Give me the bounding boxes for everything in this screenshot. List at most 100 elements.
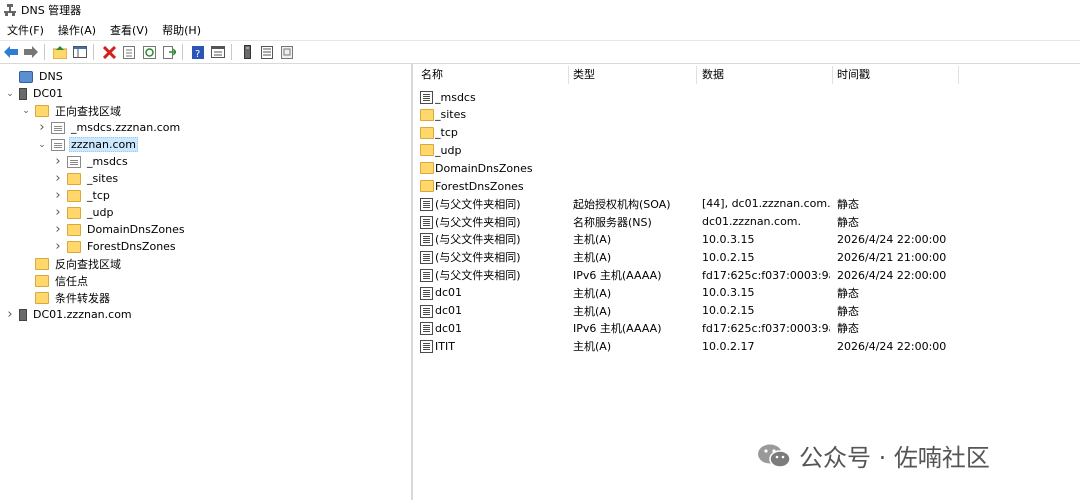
- tree-item-label: _msdcs: [87, 155, 128, 168]
- cell-data: 10.0.3.15: [702, 286, 755, 300]
- help-icon[interactable]: ?: [189, 43, 207, 61]
- tree-item[interactable]: › _msdcs: [52, 153, 130, 170]
- menu-file[interactable]: 文件(F): [0, 22, 51, 38]
- tree-item[interactable]: ⌄ DC01: [4, 85, 65, 102]
- tree-item[interactable]: › _msdcs.zzznan.com: [36, 119, 182, 136]
- column-divider[interactable]: [958, 66, 959, 84]
- watermark: 公众号 · 佐喃社区: [757, 438, 990, 473]
- chevron-down-icon[interactable]: ⌄: [20, 105, 32, 117]
- tree-item[interactable]: › _tcp: [52, 187, 112, 204]
- chevron-right-icon[interactable]: ›: [52, 205, 64, 220]
- column-header-timestamp[interactable]: 时间戳: [837, 63, 957, 85]
- table-row[interactable]: ForestDnsZones: [415, 177, 1080, 195]
- list-icon[interactable]: [258, 43, 276, 61]
- column-divider[interactable]: [568, 66, 569, 84]
- chevron-right-icon[interactable]: ›: [52, 188, 64, 203]
- cell-data: [702, 159, 830, 177]
- cell-data: [44], dc01.zzznan.com., ...: [702, 197, 830, 211]
- table-row[interactable]: _udp: [415, 141, 1080, 159]
- cell-name: DomainDnsZones: [435, 161, 533, 175]
- cell-name: (与父文件夹相同): [435, 269, 521, 282]
- cell-type: 主机(A): [573, 304, 612, 318]
- back-icon[interactable]: [2, 43, 20, 61]
- table-row[interactable]: (与父文件夹相同) IPv6 主机(AAAA) fd17:625c:f037:000…: [415, 266, 1080, 284]
- record-icon: [420, 197, 433, 211]
- zone-icon[interactable]: [278, 43, 296, 61]
- cell-timestamp: 2026/4/24 22:00:00: [837, 268, 947, 282]
- chevron-right-icon[interactable]: ›: [52, 171, 64, 186]
- refresh-icon[interactable]: [140, 43, 158, 61]
- chevron-right-icon[interactable]: ›: [52, 239, 64, 254]
- menu-help[interactable]: 帮助(H): [155, 22, 208, 38]
- svg-text:?: ?: [195, 49, 200, 59]
- cell-data: [702, 141, 830, 159]
- record-icon: [420, 322, 433, 336]
- tree-item[interactable]: › DomainDnsZones: [52, 221, 187, 238]
- table-row[interactable]: ITIT 主机(A) 10.0.2.17 2026/4/24 22:00:00: [415, 337, 1080, 355]
- table-row[interactable]: dc01 主机(A) 10.0.2.15 静态: [415, 302, 1080, 320]
- table-row[interactable]: dc01 主机(A) 10.0.3.15 静态: [415, 284, 1080, 302]
- tree-item-label: _msdcs.zzznan.com: [71, 121, 181, 134]
- table-row[interactable]: (与父文件夹相同) 名称服务器(NS) dc01.zzznan.com. 静态: [415, 213, 1080, 231]
- server-icon[interactable]: [238, 43, 256, 61]
- chevron-right-icon[interactable]: ›: [52, 222, 64, 237]
- cell-data: 10.0.2.17: [702, 339, 755, 353]
- up-icon[interactable]: [51, 43, 69, 61]
- tree-item-label: _tcp: [87, 189, 110, 202]
- tree-item[interactable]: 条件转发器: [20, 289, 112, 306]
- chevron-right-icon[interactable]: ›: [36, 120, 48, 135]
- tree-item[interactable]: ⌄ 正向查找区域: [20, 102, 123, 119]
- properties-icon[interactable]: [120, 43, 138, 61]
- table-row[interactable]: DomainDnsZones: [415, 159, 1080, 177]
- folder-icon: [420, 180, 434, 192]
- cell-type: 名称服务器(NS): [573, 215, 652, 229]
- chevron-right-icon[interactable]: ›: [52, 154, 64, 169]
- tree-item[interactable]: 反向查找区域: [20, 255, 123, 272]
- menu-bar: 文件(F) 操作(A) 查看(V) 帮助(H): [0, 21, 1080, 39]
- show-tree-icon[interactable]: [71, 43, 89, 61]
- column-header-data[interactable]: 数据: [702, 63, 832, 85]
- table-row[interactable]: _tcp: [415, 124, 1080, 142]
- table-row[interactable]: (与父文件夹相同) 起始授权机构(SOA) [44], dc01.zzznan.co…: [415, 195, 1080, 213]
- tree-item[interactable]: › _sites: [52, 170, 120, 187]
- table-row[interactable]: (与父文件夹相同) 主机(A) 10.0.3.15 2026/4/24 22:00:0…: [415, 230, 1080, 248]
- menu-view[interactable]: 查看(V): [103, 22, 155, 38]
- table-row[interactable]: _sites: [415, 106, 1080, 124]
- tree-pane[interactable]: DNS ⌄ DC01 ⌄ 正向查找区域 › _msdcs.zzznan.com ⌄ zzznan…: [0, 63, 413, 500]
- column-header-name[interactable]: 名称: [421, 63, 571, 85]
- tree-item[interactable]: › DC01.zzznan.com: [4, 306, 134, 323]
- folder-icon: [420, 144, 434, 157]
- record-icon: [420, 340, 433, 354]
- cell-name: _udp: [435, 143, 462, 157]
- console-icon[interactable]: [209, 43, 227, 61]
- cell-data: 10.0.2.15: [702, 250, 755, 264]
- zone-icon: [67, 155, 81, 168]
- tree-item[interactable]: ⌄ zzznan.com: [36, 136, 138, 153]
- record-icon: [420, 233, 433, 247]
- chevron-down-icon[interactable]: ⌄: [4, 88, 16, 100]
- menu-action[interactable]: 操作(A): [51, 22, 103, 38]
- cell-data: [702, 124, 830, 142]
- tree-item[interactable]: DNS: [4, 68, 65, 85]
- toolbar-separator: [231, 44, 232, 60]
- column-divider[interactable]: [696, 66, 697, 84]
- chevron-right-icon[interactable]: ›: [4, 307, 16, 322]
- column-divider[interactable]: [832, 66, 833, 84]
- table-row[interactable]: dc01 IPv6 主机(AAAA) fd17:625c:f037:0003:9a0…: [415, 319, 1080, 337]
- chevron-down-icon[interactable]: ⌄: [36, 139, 48, 151]
- cell-data: [702, 177, 830, 195]
- dns-icon: [19, 70, 33, 83]
- tree-item[interactable]: › ForestDnsZones: [52, 238, 178, 255]
- table-row[interactable]: _msdcs: [415, 88, 1080, 106]
- details-pane[interactable]: 名称 类型 数据 时间戳 _msdcs _sites _tcp _udp DomainD…: [415, 63, 1080, 500]
- tree-item[interactable]: 信任点: [20, 272, 90, 289]
- column-header-type[interactable]: 类型: [573, 63, 693, 85]
- cell-name: (与父文件夹相同): [435, 251, 521, 265]
- forward-icon[interactable]: [22, 43, 40, 61]
- tree-item[interactable]: › _udp: [52, 204, 115, 221]
- export-icon[interactable]: [160, 43, 178, 61]
- table-row[interactable]: (与父文件夹相同) 主机(A) 10.0.2.15 2026/4/21 21:00:0…: [415, 248, 1080, 266]
- cell-data: 10.0.2.15: [702, 304, 755, 318]
- delete-icon[interactable]: [100, 43, 118, 61]
